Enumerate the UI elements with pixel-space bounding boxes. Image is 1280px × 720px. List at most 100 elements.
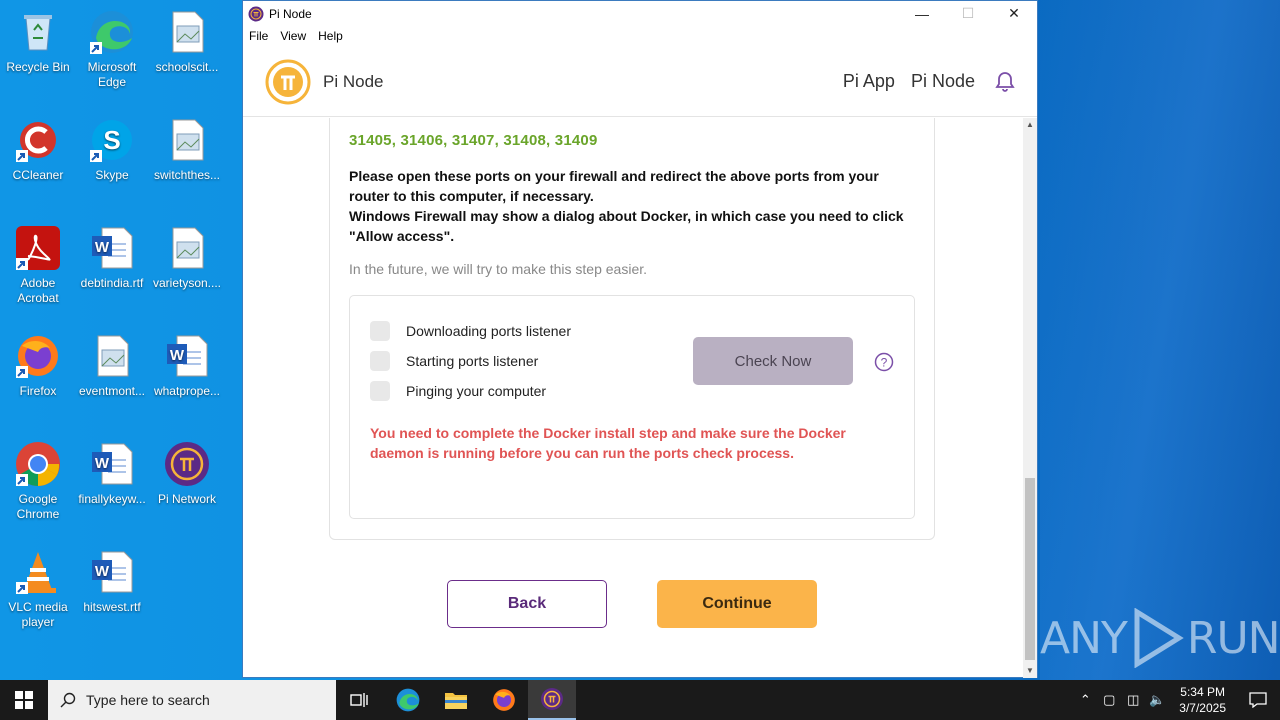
svg-text:?: ? xyxy=(881,356,888,370)
help-icon[interactable]: ? xyxy=(874,352,894,372)
recycle-bin-icon xyxy=(14,8,62,56)
taskbar: Type here to search ⌃ ▢ ◫ 🔈 5:34 PM 3/7/… xyxy=(0,680,1280,720)
future-note: In the future, we will try to make this … xyxy=(349,261,648,277)
svg-text:S: S xyxy=(103,125,120,155)
notification-center-button[interactable] xyxy=(1236,692,1280,708)
title-bar[interactable]: Pi Node — ☐ ✕ xyxy=(243,1,1037,26)
firefox-icon xyxy=(493,689,515,711)
pi-app-icon xyxy=(248,6,264,21)
word-document-icon: W xyxy=(163,332,211,380)
firefox-icon xyxy=(14,332,62,380)
vlc-icon xyxy=(14,548,62,596)
desktop-icon-debtindia[interactable]: W debtindia.rtf xyxy=(74,224,150,291)
usb-icon[interactable]: ▢ xyxy=(1097,692,1121,708)
notification-icon xyxy=(1249,692,1267,708)
menu-file[interactable]: File xyxy=(249,29,268,43)
pi-network-icon xyxy=(541,688,563,710)
task-view-button[interactable] xyxy=(336,680,384,720)
desktop-icon-schoolscit[interactable]: schoolscit... xyxy=(149,8,225,75)
svg-text:W: W xyxy=(95,563,110,580)
taskbar-search-box[interactable]: Type here to search xyxy=(48,680,336,720)
maximize-button[interactable]: ☐ xyxy=(945,1,991,26)
menu-view[interactable]: View xyxy=(280,29,306,43)
pi-logo-icon[interactable] xyxy=(265,59,311,105)
close-button[interactable]: ✕ xyxy=(991,1,1037,26)
taskbar-edge[interactable] xyxy=(384,680,432,720)
ccleaner-icon xyxy=(14,116,62,164)
desktop-icon-finallykeyw[interactable]: W finallykeyw... xyxy=(74,440,150,507)
search-icon xyxy=(60,692,76,708)
svg-text:W: W xyxy=(95,455,110,472)
desktop-icon-vlc[interactable]: VLC media player xyxy=(0,548,76,630)
taskbar-file-explorer[interactable] xyxy=(432,680,480,720)
network-icon[interactable]: ◫ xyxy=(1121,692,1145,708)
search-placeholder: Type here to search xyxy=(86,692,210,708)
step-checkbox xyxy=(370,351,390,371)
desktop-icon-whatprope[interactable]: W whatprope... xyxy=(149,332,225,399)
step-starting: Starting ports listener xyxy=(370,351,538,371)
docker-error-message: You need to complete the Docker install … xyxy=(370,425,846,461)
desktop-icon-ccleaner[interactable]: CCleaner xyxy=(0,116,76,183)
nav-pi-app[interactable]: Pi App xyxy=(843,71,895,92)
taskbar-firefox[interactable] xyxy=(480,680,528,720)
desktop-icon-edge[interactable]: Microsoft Edge xyxy=(74,8,150,90)
task-view-icon xyxy=(350,693,368,707)
brand-title: Pi Node xyxy=(323,71,384,91)
desktop-icon-varietyson[interactable]: varietyson.... xyxy=(149,224,225,291)
word-document-icon: W xyxy=(88,548,136,596)
desktop-icon-recycle-bin[interactable]: Recycle Bin xyxy=(0,8,76,75)
chevron-up-icon[interactable]: ⌃ xyxy=(1073,692,1097,708)
menu-bar: File View Help xyxy=(243,26,1037,46)
desktop-icon-skype[interactable]: S Skype xyxy=(74,116,150,183)
nav-pi-node[interactable]: Pi Node xyxy=(911,71,975,92)
desktop-icon-hitswest[interactable]: W hitswest.rtf xyxy=(74,548,150,615)
start-button[interactable] xyxy=(0,680,48,720)
main-content: 31405, 31406, 31407, 31408, 31409 Please… xyxy=(243,118,1023,678)
wallpaper-beam xyxy=(1040,0,1280,680)
ports-list: 31405, 31406, 31407, 31408, 31409 xyxy=(349,132,598,149)
acrobat-icon xyxy=(14,224,62,272)
image-file-icon xyxy=(88,332,136,380)
scroll-thumb[interactable] xyxy=(1025,478,1035,660)
windows-logo-icon xyxy=(15,691,33,709)
minimize-button[interactable]: — xyxy=(899,1,945,26)
svg-text:W: W xyxy=(170,347,185,364)
desktop-icon-pi-network[interactable]: Pi Network xyxy=(149,440,225,507)
chrome-icon xyxy=(14,440,62,488)
image-file-icon xyxy=(163,116,211,164)
taskbar-pi-node[interactable] xyxy=(528,680,576,720)
app-header: Pi Node Pi App Pi Node xyxy=(243,47,1037,117)
pi-node-window: Pi Node — ☐ ✕ File View Help Pi Node Pi … xyxy=(242,0,1038,678)
step-checkbox xyxy=(370,381,390,401)
vertical-scrollbar[interactable]: ▲ ▼ xyxy=(1023,118,1037,678)
back-button[interactable]: Back xyxy=(447,580,607,628)
continue-button[interactable]: Continue xyxy=(657,580,817,628)
instructions-router: Please open these ports on your firewall… xyxy=(349,168,879,204)
check-now-button[interactable]: Check Now xyxy=(693,337,853,385)
instructions: Please open these ports on your firewall… xyxy=(349,166,919,246)
edge-icon xyxy=(88,8,136,56)
ports-check-panel: Downloading ports listener Starting port… xyxy=(349,295,915,519)
desktop-icon-eventmont[interactable]: eventmont... xyxy=(74,332,150,399)
notification-bell-icon[interactable] xyxy=(995,71,1015,93)
system-tray: ⌃ ▢ ◫ 🔈 5:34 PM 3/7/2025 xyxy=(1073,680,1280,720)
clock-time: 5:34 PM xyxy=(1180,685,1225,699)
desktop-icon-google-chrome[interactable]: Google Chrome xyxy=(0,440,76,522)
image-file-icon xyxy=(163,8,211,56)
play-logo-icon xyxy=(1134,608,1184,668)
pi-network-icon xyxy=(163,440,211,488)
word-document-icon: W xyxy=(88,224,136,272)
step-downloading: Downloading ports listener xyxy=(370,321,571,341)
desktop-icon-firefox[interactable]: Firefox xyxy=(0,332,76,399)
scroll-up-icon[interactable]: ▲ xyxy=(1023,118,1037,132)
maximize-icon: ☐ xyxy=(961,5,975,21)
word-document-icon: W xyxy=(88,440,136,488)
instructions-firewall: Windows Firewall may show a dialog about… xyxy=(349,208,904,244)
clock[interactable]: 5:34 PM 3/7/2025 xyxy=(1169,684,1236,716)
menu-help[interactable]: Help xyxy=(318,29,343,43)
desktop-icon-switchthes[interactable]: switchthes... xyxy=(149,116,225,183)
svg-text:W: W xyxy=(95,239,110,256)
desktop-icon-adobe-acrobat[interactable]: Adobe Acrobat xyxy=(0,224,76,306)
volume-icon[interactable]: 🔈 xyxy=(1145,692,1169,708)
scroll-down-icon[interactable]: ▼ xyxy=(1023,664,1037,678)
